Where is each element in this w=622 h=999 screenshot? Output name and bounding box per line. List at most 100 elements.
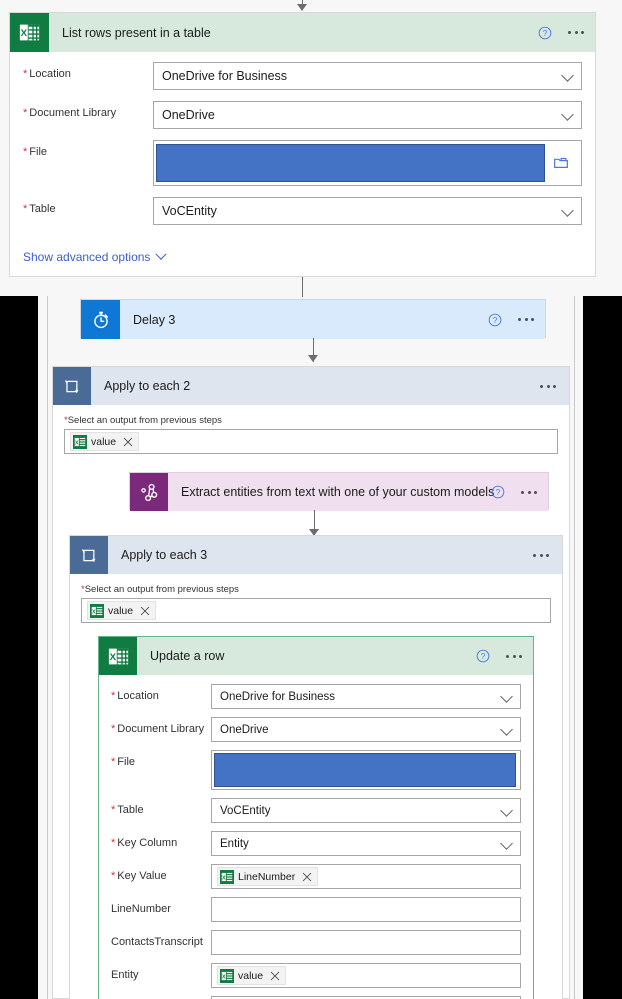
card-header-update-row[interactable]: Update a row	[99, 637, 533, 675]
entity-input[interactable]: value	[211, 963, 521, 988]
token-chip-value[interactable]: value	[217, 966, 287, 985]
ellipsis-icon[interactable]	[533, 553, 549, 557]
field-row-key-value: Key Value LineNumber	[111, 864, 521, 889]
help-circle-icon[interactable]	[476, 649, 490, 663]
token-chip-label: value	[108, 604, 134, 617]
chevron-down-icon	[561, 204, 574, 217]
excel-token-icon	[220, 870, 234, 884]
apply3-select-output-group: *Select an output from previous steps va…	[70, 574, 562, 623]
ellipsis-icon[interactable]	[518, 318, 534, 321]
field-row-table: Table VoCEntity	[111, 798, 521, 823]
card-header-apply-to-each-3[interactable]: Apply to each 3	[70, 536, 562, 574]
file-picker[interactable]	[153, 140, 582, 186]
card-header-actions	[491, 473, 537, 511]
card-title: Extract entities from text with one of y…	[181, 485, 495, 499]
ai-builder-icon	[130, 473, 168, 511]
ellipsis-icon[interactable]	[521, 490, 537, 494]
ellipsis-icon[interactable]	[568, 31, 584, 34]
field-row-location: Location OneDrive for Business	[111, 684, 521, 709]
apply3-select-output-input[interactable]: value	[81, 598, 551, 623]
excel-token-icon	[73, 435, 87, 449]
show-advanced-options-link[interactable]: Show advanced options	[23, 248, 582, 264]
canvas-edge-left	[47, 296, 48, 999]
card-title: List rows present in a table	[62, 25, 211, 40]
token-chip-label: value	[238, 969, 264, 982]
help-circle-icon[interactable]	[491, 485, 505, 499]
location-dropdown[interactable]: OneDrive for Business	[153, 62, 582, 90]
apply2-select-output-input[interactable]: value	[64, 429, 558, 454]
token-chip-value[interactable]: value	[87, 601, 157, 620]
card-body-list-rows: Location OneDrive for Business Document …	[10, 52, 595, 264]
file-picker[interactable]	[211, 750, 521, 790]
action-card-extract-entities[interactable]: Extract entities from text with one of y…	[129, 472, 549, 511]
letterbox-bar-right	[583, 296, 622, 999]
help-circle-icon[interactable]	[488, 313, 502, 327]
field-label-document-library: Document Library	[111, 717, 211, 735]
card-header-actions	[533, 536, 549, 574]
folder-icon[interactable]	[545, 155, 577, 171]
action-card-delay[interactable]: Delay 3	[80, 299, 546, 339]
excel-icon	[99, 637, 137, 675]
card-header-actions	[476, 637, 522, 675]
contactstranscript-input[interactable]	[211, 930, 521, 955]
apply2-select-output-group: *Select an output from previous steps va…	[53, 405, 569, 454]
canvas-edge-right	[574, 296, 575, 999]
loop-card-apply-to-each-2[interactable]: Apply to each 2 *Select an output from p…	[52, 366, 570, 999]
card-title: Delay 3	[133, 312, 176, 327]
close-icon[interactable]	[139, 605, 151, 617]
field-label-table: Table	[111, 798, 211, 816]
field-label-key-column: Key Column	[111, 831, 211, 849]
close-icon[interactable]	[301, 871, 313, 883]
card-header-extract-entities[interactable]: Extract entities from text with one of y…	[130, 473, 548, 511]
card-title: Apply to each 3	[121, 548, 208, 562]
chevron-down-icon	[500, 836, 513, 850]
table-value: VoCEntity	[162, 204, 217, 218]
ellipsis-icon[interactable]	[540, 384, 556, 388]
show-advanced-options-label: Show advanced options	[23, 250, 151, 264]
field-row-location: Location OneDrive for Business	[23, 62, 582, 90]
field-label-table: Table	[23, 197, 153, 215]
ellipsis-icon[interactable]	[506, 654, 522, 658]
letterbox-bar-left	[0, 296, 38, 999]
location-dropdown[interactable]: OneDrive for Business	[211, 684, 521, 709]
field-row-entity: Entity value	[111, 963, 521, 988]
close-icon[interactable]	[122, 436, 134, 448]
document-library-value: OneDrive	[162, 108, 215, 122]
help-circle-icon[interactable]	[538, 26, 552, 40]
key-column-value: Entity	[220, 837, 249, 850]
table-value: VoCEntity	[220, 804, 271, 817]
key-column-dropdown[interactable]: Entity	[211, 831, 521, 856]
document-library-dropdown[interactable]: OneDrive	[153, 101, 582, 129]
loop-card-apply-to-each-3[interactable]: Apply to each 3 *Select an output from p…	[69, 535, 563, 999]
document-library-value: OneDrive	[220, 723, 269, 736]
location-value: OneDrive for Business	[162, 69, 288, 83]
key-value-input[interactable]: LineNumber	[211, 864, 521, 889]
card-header-delay[interactable]: Delay 3	[81, 300, 545, 339]
token-chip-value[interactable]: value	[70, 432, 140, 451]
connector-listrows-delay	[302, 277, 303, 297]
table-dropdown[interactable]: VoCEntity	[211, 798, 521, 823]
card-header-list-rows[interactable]: List rows present in a table	[10, 13, 595, 52]
card-header-actions	[488, 300, 534, 339]
close-icon[interactable]	[269, 970, 281, 982]
field-row-linenumber: LineNumber	[111, 897, 521, 922]
card-header-actions	[538, 13, 584, 52]
location-value: OneDrive for Business	[220, 690, 336, 703]
token-chip-linenumber[interactable]: LineNumber	[217, 867, 319, 886]
action-card-list-rows[interactable]: List rows present in a table Location On…	[9, 12, 596, 277]
chevron-down-icon	[500, 689, 513, 703]
chevron-down-icon	[155, 248, 168, 260]
loop-icon	[53, 367, 91, 405]
card-header-apply-to-each-2[interactable]: Apply to each 2	[53, 367, 569, 405]
excel-token-icon	[220, 969, 234, 983]
apply3-select-output-label: *Select an output from previous steps	[81, 584, 239, 595]
card-title: Apply to each 2	[104, 379, 191, 393]
chevron-down-icon	[561, 69, 574, 82]
loop-icon	[70, 536, 108, 574]
field-label-contactstranscript: ContactsTranscript	[111, 936, 203, 948]
field-row-key-column: Key Column Entity	[111, 831, 521, 856]
action-card-update-row[interactable]: Update a row Location OneDrive for Busin…	[98, 636, 534, 999]
document-library-dropdown[interactable]: OneDrive	[211, 717, 521, 742]
table-dropdown[interactable]: VoCEntity	[153, 197, 582, 225]
linenumber-input[interactable]	[211, 897, 521, 922]
